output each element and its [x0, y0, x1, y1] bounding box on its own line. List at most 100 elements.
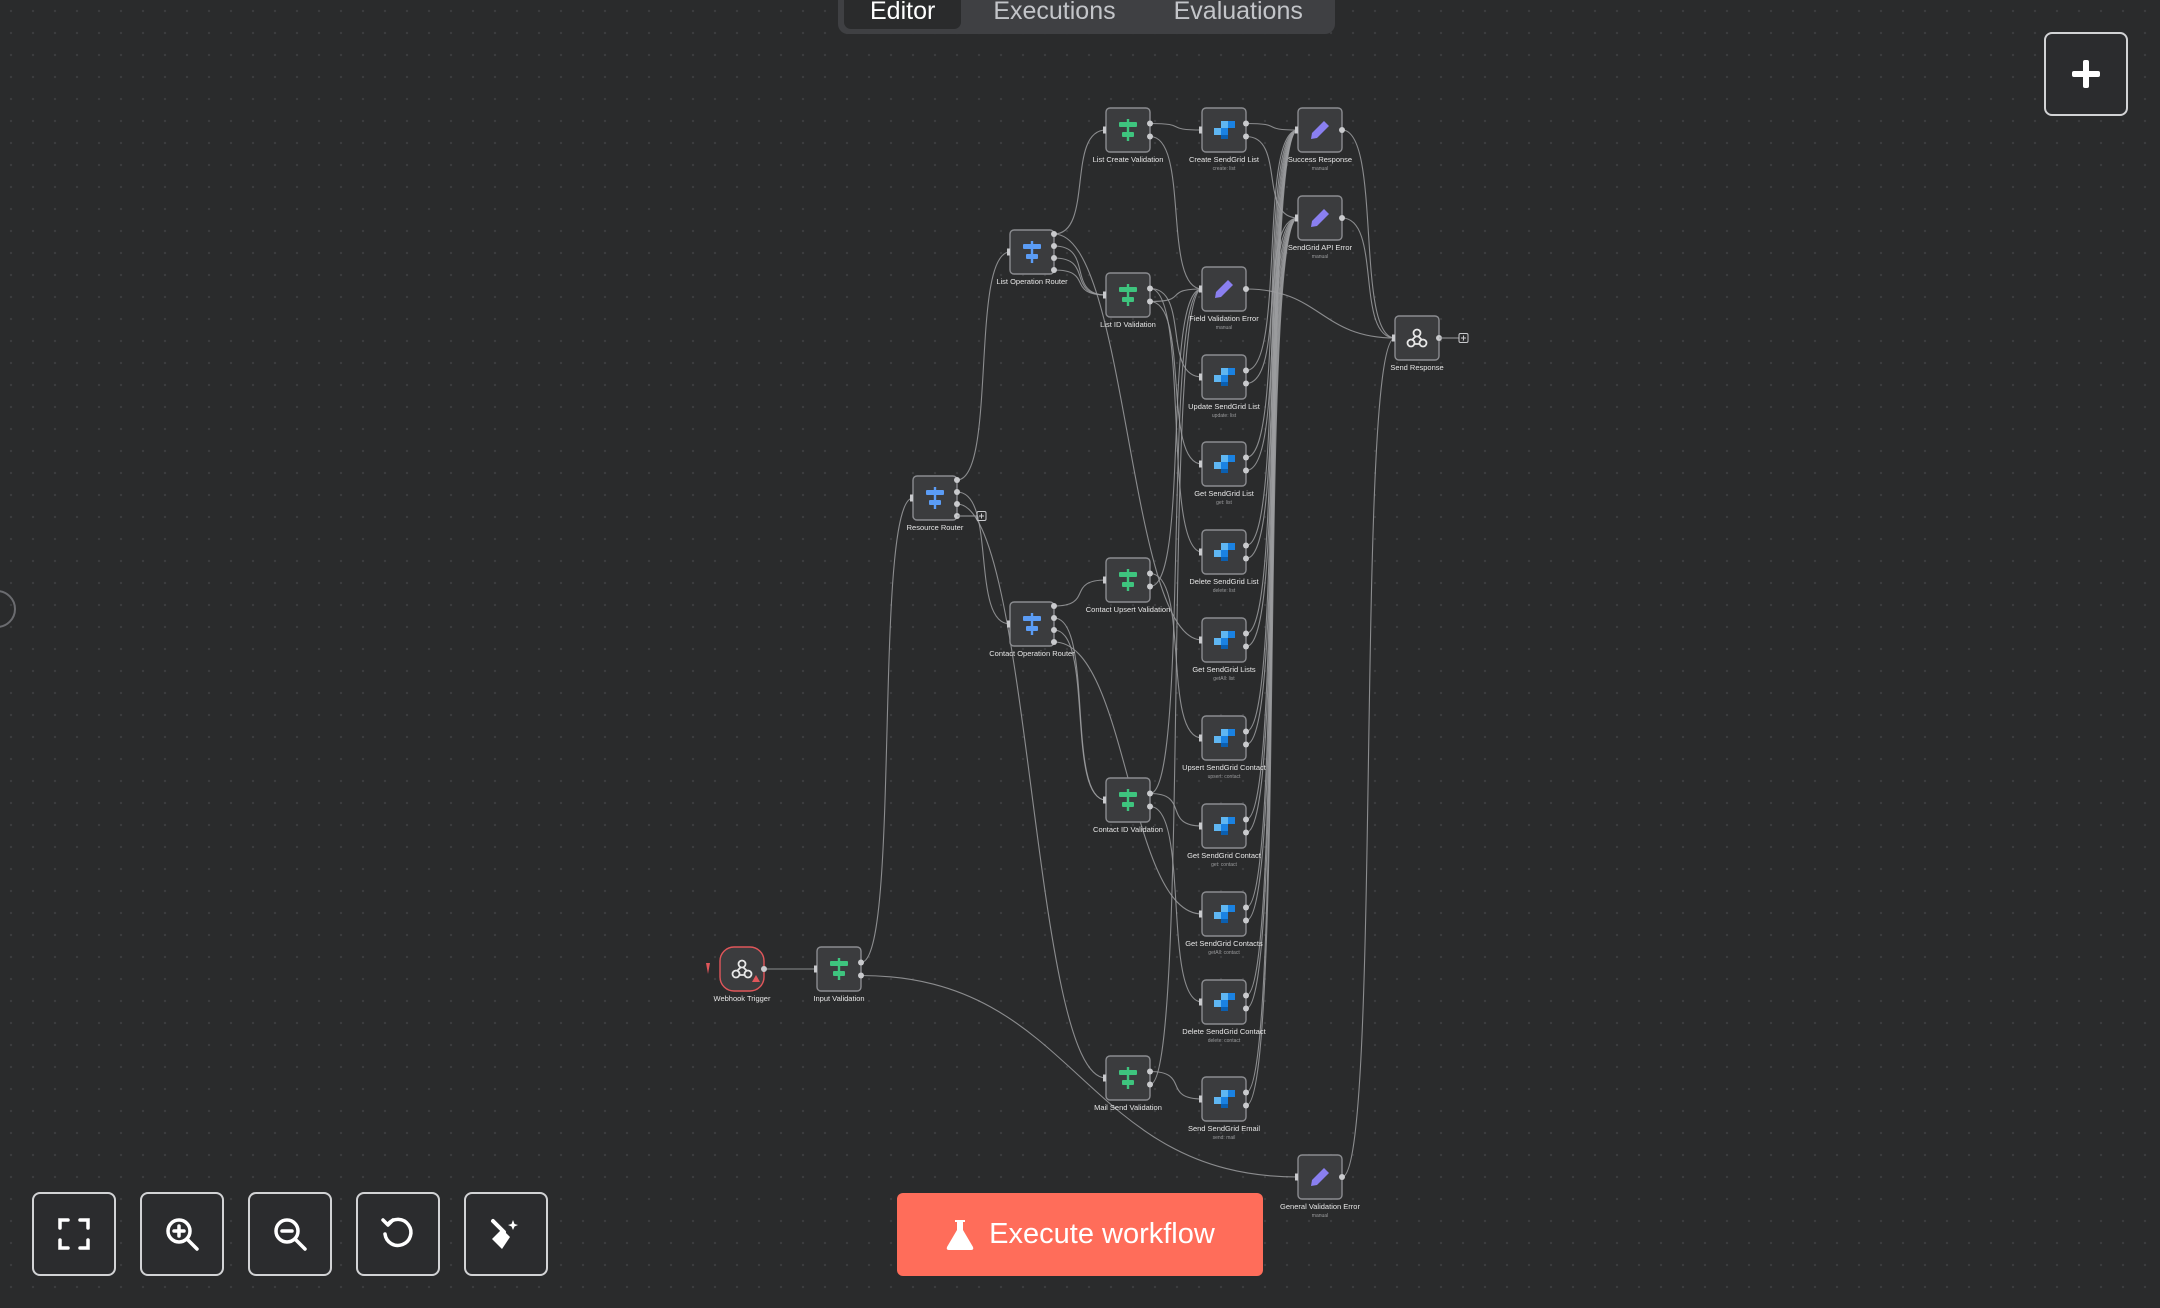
output-port[interactable]: [1051, 231, 1057, 237]
output-port[interactable]: [1243, 630, 1249, 637]
node-input-val[interactable]: Input Validation: [813, 946, 865, 1003]
input-port[interactable]: [1199, 910, 1202, 918]
input-port[interactable]: [1199, 373, 1202, 381]
connection-create_list-to-success_resp[interactable]: [1245, 122, 1299, 131]
input-port[interactable]: [1199, 636, 1202, 644]
output-port[interactable]: [1243, 286, 1249, 292]
input-port[interactable]: [1103, 796, 1106, 804]
node-delete-contact[interactable]: Delete SendGrid Contact delete: contact: [1182, 979, 1267, 1044]
add-node-button[interactable]: [2044, 32, 2128, 116]
input-port[interactable]: [1103, 126, 1106, 134]
node-api-err[interactable]: SendGrid API Error manual: [1288, 195, 1353, 260]
output-port[interactable]: [858, 972, 864, 979]
node-upsert-contact[interactable]: Upsert SendGrid Contact upsert: contact: [1182, 715, 1267, 780]
tab-executions[interactable]: Executions: [967, 0, 1141, 29]
execute-workflow-button[interactable]: Execute workflow: [897, 1193, 1263, 1276]
connection-list_router-to-list_create_val[interactable]: [1053, 129, 1107, 235]
node-get-contact[interactable]: Get SendGrid Contact get: contact: [1187, 803, 1262, 868]
node-webhook[interactable]: Webhook Trigger: [706, 946, 771, 1003]
node-delete-list[interactable]: Delete SendGrid List delete: list: [1189, 529, 1260, 594]
input-port[interactable]: [1392, 334, 1395, 342]
output-port[interactable]: [1339, 215, 1345, 221]
output-port[interactable]: [1243, 829, 1249, 836]
output-port[interactable]: [1147, 570, 1153, 577]
connection-mail_send_val-to-send_email[interactable]: [1149, 1070, 1203, 1100]
output-port[interactable]: [1051, 627, 1057, 633]
output-port[interactable]: [1243, 1005, 1249, 1012]
output-port[interactable]: [1051, 267, 1057, 273]
input-port[interactable]: [1199, 998, 1202, 1006]
connection-contact_router-to-contact_upsert_val[interactable]: [1053, 579, 1107, 607]
connection-input_val-to-resource_router[interactable]: [860, 497, 914, 964]
output-port[interactable]: [1243, 904, 1249, 911]
node-box[interactable]: [719, 946, 765, 992]
input-port[interactable]: [1199, 460, 1202, 468]
output-port[interactable]: [1243, 1089, 1249, 1096]
node-general-val-err[interactable]: General Validation Error manual: [1280, 1154, 1360, 1219]
input-port[interactable]: [1199, 822, 1202, 830]
input-port[interactable]: [1295, 1173, 1298, 1181]
zoom-out-button[interactable]: [248, 1192, 332, 1276]
output-port[interactable]: [1243, 133, 1249, 140]
output-port[interactable]: [954, 501, 960, 507]
output-port[interactable]: [1243, 467, 1249, 474]
output-port[interactable]: [954, 489, 960, 495]
output-port[interactable]: [1243, 555, 1249, 562]
connection-resource_router-to-list_router[interactable]: [956, 251, 1011, 481]
output-port[interactable]: [1243, 367, 1249, 374]
input-port[interactable]: [1007, 620, 1010, 628]
connection-list_id_val-to-field_val_err[interactable]: [1149, 288, 1203, 303]
node-success-resp[interactable]: Success Response manual: [1288, 107, 1352, 172]
input-port[interactable]: [1103, 1074, 1106, 1082]
output-port[interactable]: [1051, 243, 1057, 249]
node-get-lists[interactable]: Get SendGrid Lists getAll: list: [1192, 617, 1256, 682]
node-field-val-err[interactable]: Field Validation Error manual: [1189, 266, 1259, 331]
output-port[interactable]: [1339, 1174, 1345, 1180]
output-port[interactable]: [1051, 639, 1057, 645]
node-update-list[interactable]: Update SendGrid List update: list: [1188, 354, 1261, 419]
output-port[interactable]: [1243, 992, 1249, 999]
zoom-in-button[interactable]: [140, 1192, 224, 1276]
node-send-resp[interactable]: Send Response: [1390, 315, 1469, 372]
output-port[interactable]: [1147, 298, 1153, 305]
node-mail-send-val[interactable]: Mail Send Validation: [1094, 1055, 1162, 1112]
input-port[interactable]: [1103, 291, 1106, 299]
tab-evaluations[interactable]: Evaluations: [1148, 0, 1329, 29]
output-port[interactable]: [1243, 454, 1249, 461]
output-port[interactable]: [1147, 133, 1153, 140]
node-create-list[interactable]: Create SendGrid List create: list: [1189, 107, 1260, 172]
output-port[interactable]: [1147, 803, 1153, 810]
input-port[interactable]: [1295, 214, 1298, 222]
tidy-up-button[interactable]: [464, 1192, 548, 1276]
tab-editor[interactable]: Editor: [844, 0, 962, 29]
reset-zoom-button[interactable]: [356, 1192, 440, 1276]
connection-general_val_err-to-send_resp[interactable]: [1341, 337, 1396, 1178]
output-port[interactable]: [1243, 643, 1249, 650]
output-port[interactable]: [1147, 790, 1153, 797]
input-port[interactable]: [1199, 126, 1202, 134]
output-port[interactable]: [1243, 542, 1249, 549]
node-list-id-val[interactable]: List ID Validation: [1100, 272, 1156, 329]
input-port[interactable]: [1007, 248, 1010, 256]
output-port[interactable]: [1243, 917, 1249, 924]
output-port[interactable]: [1051, 615, 1057, 621]
node-box[interactable]: [1394, 315, 1440, 361]
connection-field_val_err-to-send_resp[interactable]: [1245, 288, 1396, 339]
output-port[interactable]: [1243, 120, 1249, 127]
input-port[interactable]: [1199, 548, 1202, 556]
output-port[interactable]: [1147, 583, 1153, 590]
output-port[interactable]: [954, 477, 960, 483]
connection-list_create_val-to-create_list[interactable]: [1149, 122, 1203, 131]
input-port[interactable]: [910, 494, 913, 502]
input-port[interactable]: [1295, 126, 1298, 134]
node-contact-router[interactable]: Contact Operation Router: [989, 601, 1075, 658]
output-port[interactable]: [1147, 285, 1153, 292]
connection-resource_router-to-mail_send_val[interactable]: [956, 503, 1107, 1079]
input-port[interactable]: [1103, 576, 1106, 584]
output-port[interactable]: [1051, 255, 1057, 261]
output-port[interactable]: [1243, 741, 1249, 748]
zoom-to-fit-button[interactable]: [32, 1192, 116, 1276]
input-port[interactable]: [1199, 1095, 1202, 1103]
output-port[interactable]: [1147, 120, 1153, 127]
output-port[interactable]: [1147, 1068, 1153, 1075]
